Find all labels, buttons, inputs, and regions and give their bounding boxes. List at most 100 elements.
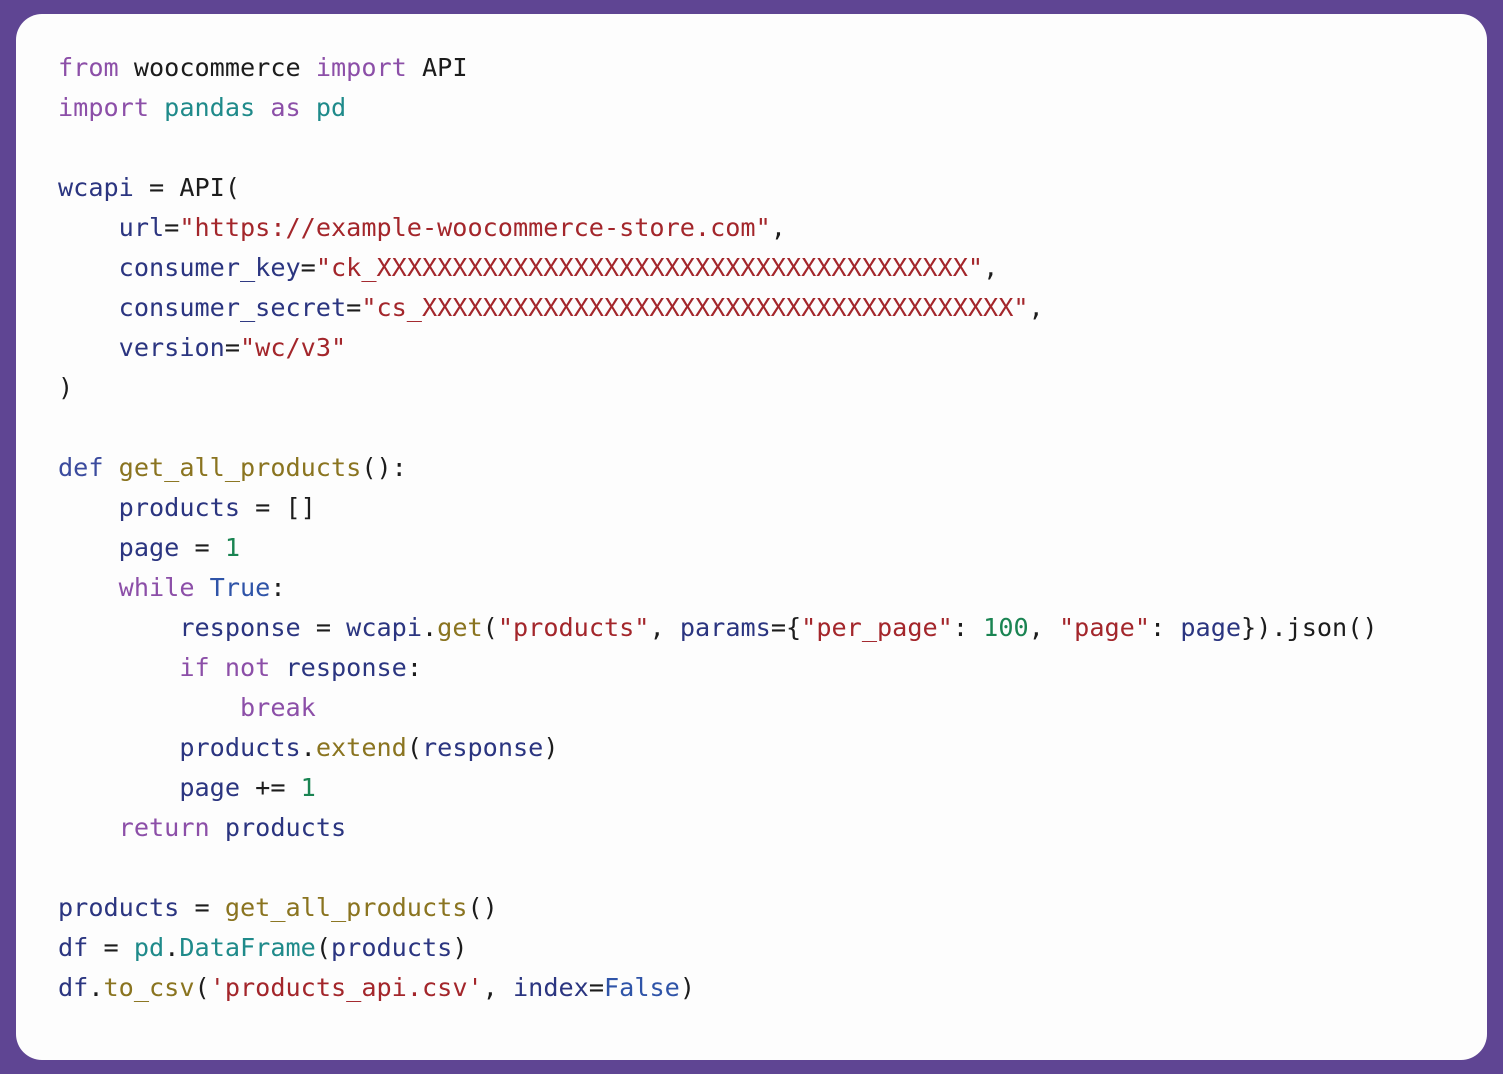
code-token: extend [315, 733, 407, 762]
code-token: = [] [240, 493, 316, 522]
code-line: products.extend(response) [58, 728, 1467, 768]
code-token: def [58, 453, 104, 482]
code-token: , [1028, 613, 1060, 642]
code-token: ( [406, 733, 422, 762]
code-token: . [88, 973, 104, 1002]
code-block[interactable]: from woocommerce import API import panda… [58, 48, 1467, 1008]
code-token: pd [133, 933, 165, 962]
code-token: ) [543, 733, 559, 762]
code-token: page [1180, 613, 1242, 642]
code-token: page [179, 773, 240, 802]
code-token: , [482, 973, 513, 1002]
code-token: wcapi [58, 173, 134, 202]
code-token: API [422, 53, 468, 82]
screenshot-root: from woocommerce import API import panda… [0, 0, 1503, 1074]
code-token: get_all_products [118, 453, 362, 482]
code-token: return [118, 813, 210, 842]
code-line: url="https://example-woocommerce-store.c… [58, 208, 1467, 248]
code-token: . [421, 613, 438, 642]
code-token: "wc/v3" [240, 333, 347, 362]
code-token: = [179, 893, 225, 922]
code-line: from woocommerce import API [58, 48, 1467, 88]
code-line: products = get_all_products() [58, 888, 1467, 928]
code-token: ( [315, 933, 332, 962]
code-token: . [164, 933, 180, 962]
code-token: break [239, 693, 316, 722]
code-token: params [679, 613, 771, 642]
code-token: 100 [983, 613, 1029, 642]
code-token: DataFrame [179, 933, 316, 962]
code-token: = [300, 613, 347, 642]
code-token: "ck_XXXXXXXXXXXXXXXXXXXXXXXXXXXXXXXXXXXX… [315, 253, 984, 282]
code-line: wcapi = API( [58, 168, 1467, 208]
code-token: products [58, 893, 180, 922]
code-token: as [270, 93, 301, 122]
code-line: return products [58, 808, 1467, 848]
code-token: to_csv [103, 973, 195, 1002]
code-token: 1 [224, 533, 241, 562]
code-token: import [315, 53, 407, 82]
code-token: () [467, 893, 498, 922]
code-token: (): [361, 453, 407, 482]
code-line: page += 1 [58, 768, 1467, 808]
code-token: ) [452, 933, 468, 962]
code-token: "per_page" [801, 613, 953, 642]
code-token: ( [194, 973, 210, 1002]
code-token: version [118, 333, 225, 362]
code-token: = [164, 213, 180, 242]
code-token: consumer_secret [118, 293, 347, 322]
code-token: "products" [497, 613, 650, 642]
code-token: "cs_XXXXXXXXXXXXXXXXXXXXXXXXXXXXXXXXXXXX… [361, 293, 1029, 322]
code-token: get [437, 613, 483, 642]
code-token: response [422, 733, 544, 762]
code-line: consumer_key="ck_XXXXXXXXXXXXXXXXXXXXXXX… [58, 248, 1467, 288]
code-token: response [179, 613, 301, 642]
code-token: False [604, 973, 680, 1002]
code-token: if [179, 653, 210, 682]
code-token: True [209, 573, 271, 602]
code-line: consumer_secret="cs_XXXXXXXXXXXXXXXXXXXX… [58, 288, 1467, 328]
code-token: 1 [300, 773, 316, 802]
code-line: version="wc/v3" [58, 328, 1467, 368]
code-token: get_all_products [224, 893, 468, 922]
code-token: consumer_key [118, 253, 301, 282]
code-token: index [513, 973, 589, 1002]
code-token: products [179, 733, 301, 762]
code-token: , [1028, 293, 1044, 322]
code-token: df [58, 973, 89, 1002]
code-token: df [58, 933, 89, 962]
code-line: ) [58, 368, 1467, 408]
code-card: from woocommerce import API import panda… [16, 14, 1487, 1060]
code-token: += [240, 773, 301, 802]
code-line: df = pd.DataFrame(products) [58, 928, 1467, 968]
code-token: pandas [164, 93, 256, 122]
code-token: : [952, 613, 984, 642]
code-token: page [118, 533, 180, 562]
code-line: import pandas as pd [58, 88, 1467, 128]
